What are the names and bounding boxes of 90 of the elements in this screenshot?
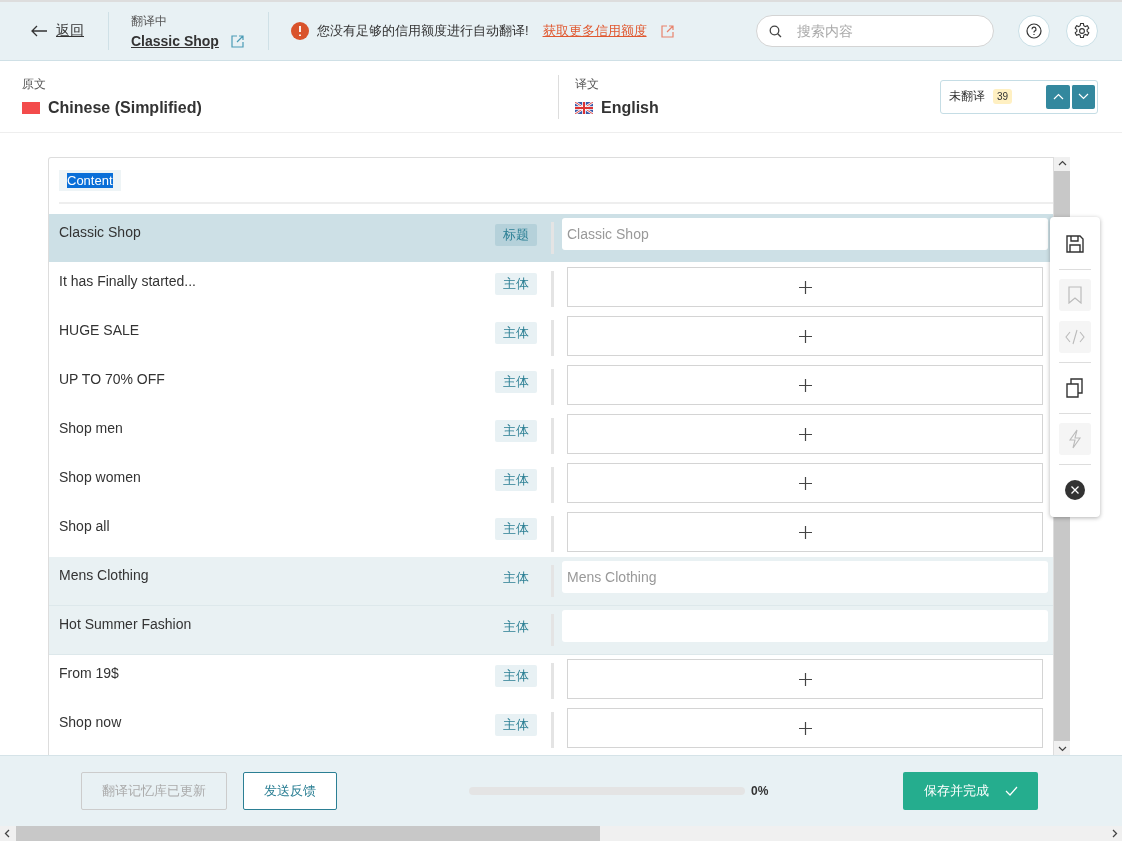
next-button[interactable] [1071,84,1095,109]
type-tag: 主体 [495,518,537,540]
chevron-up-icon [1052,93,1064,100]
segment-row[interactable]: Shop women 主体 [49,459,1053,508]
plus-icon [798,329,812,343]
project-link[interactable]: Classic Shop [131,33,219,49]
settings-icon [1073,22,1091,40]
source-text: Shop now [59,714,122,732]
add-translation-button[interactable] [567,267,1043,307]
plus-icon [798,525,812,539]
source-text: Hot Summer Fashion [59,616,192,634]
warning-message: 您没有足够的信用额度进行自动翻译! [316,22,529,40]
segment-row[interactable]: It has Finally started... 主体 [49,263,1053,312]
type-tag: 主体 [495,714,537,736]
add-translation-button[interactable] [567,512,1043,552]
search-field[interactable]: 搜索内容 [756,15,994,47]
lightning-icon [1068,429,1082,449]
source-text: Shop women [59,469,141,487]
close-icon [1065,480,1085,500]
source-language: Chinese (Simplified) [48,99,202,117]
section-tag: Content [59,169,121,191]
type-tag: 主体 [495,616,537,638]
count-badge: 39 [993,89,1013,104]
segment-row[interactable]: Classic Shop 标题 Classic Shop [49,214,1053,263]
add-translation-button[interactable] [567,316,1043,356]
segment-row[interactable]: Hot Summer Fashion 主体 [49,606,1053,655]
segment-row[interactable]: Shop men 主体 [49,410,1053,459]
settings-button[interactable] [1066,15,1098,47]
add-translation-button[interactable] [567,659,1043,699]
source-text: Shop all [59,518,110,536]
check-icon [1004,786,1018,796]
segment-row[interactable]: From 19$ 主体 [49,655,1053,704]
source-label: 原文 [22,76,47,93]
help-icon [1026,23,1042,39]
progress-reading: 0% [751,784,769,798]
add-translation-button[interactable] [567,414,1043,454]
plus-icon [798,672,812,686]
source-text: It has Finally started... [59,273,196,291]
help-button[interactable] [1018,15,1050,47]
segment-row[interactable]: Shop now 主体 [49,704,1053,753]
source-text: Shop men [59,420,123,438]
scroll-up-icon[interactable] [1057,160,1067,166]
back-link[interactable]: 返回 [30,22,84,40]
target-language: English [601,99,659,117]
segment-row[interactable]: UP TO 70% OFF 主体 [49,361,1053,410]
type-tag: 主体 [495,665,537,687]
plus-icon [798,427,812,441]
bookmark-icon [1068,286,1082,304]
plus-icon [798,378,812,392]
chevron-down-icon [1078,93,1089,100]
source-text: From 19$ [59,665,119,683]
external-link-icon[interactable] [230,34,244,48]
type-tag: 主体 [495,371,537,393]
search-icon [769,25,782,38]
uk-flag-icon [575,102,593,114]
target-label: 译文 [575,76,600,93]
type-tag: 主体 [495,567,537,589]
external-link-icon[interactable] [660,24,674,38]
filter-label: 未翻译 [949,88,985,105]
segment-row[interactable]: HUGE SALE 主体 [49,312,1053,361]
plus-icon [798,476,812,490]
type-tag: 主体 [495,322,537,344]
context-label: 翻译中 [131,13,168,30]
feedback-button[interactable]: 发送反馈 [243,772,337,810]
previous-button[interactable] [1046,84,1070,109]
code-icon [1065,329,1085,345]
source-text: Mens Clothing [59,567,149,585]
type-tag: 主体 [495,469,537,491]
scroll-right-icon[interactable] [1112,829,1118,838]
plus-icon [798,280,812,294]
plus-icon [798,721,812,735]
scroll-down-icon[interactable] [1057,746,1067,752]
warning-icon [290,22,309,40]
horizontal-scrollbar[interactable] [0,826,1122,841]
source-text: UP TO 70% OFF [59,371,165,389]
scroll-left-icon[interactable] [4,829,10,838]
china-flag-icon [22,102,40,114]
type-tag: 主体 [495,273,537,295]
arrow-left-icon [30,25,48,37]
add-translation-button[interactable] [567,463,1043,503]
segment-row[interactable]: Shop all 主体 [49,508,1053,557]
add-translation-button[interactable] [567,365,1043,405]
copy-icon [1066,378,1084,398]
type-tag: 主体 [495,420,537,442]
segment-row[interactable]: Mens Clothing 主体 Mens Clothing [49,557,1053,606]
save-icon [1065,234,1085,254]
add-translation-button[interactable] [567,708,1043,748]
source-text: Classic Shop [59,224,141,242]
type-tag: 标题 [495,224,537,246]
source-text: HUGE SALE [59,322,140,340]
